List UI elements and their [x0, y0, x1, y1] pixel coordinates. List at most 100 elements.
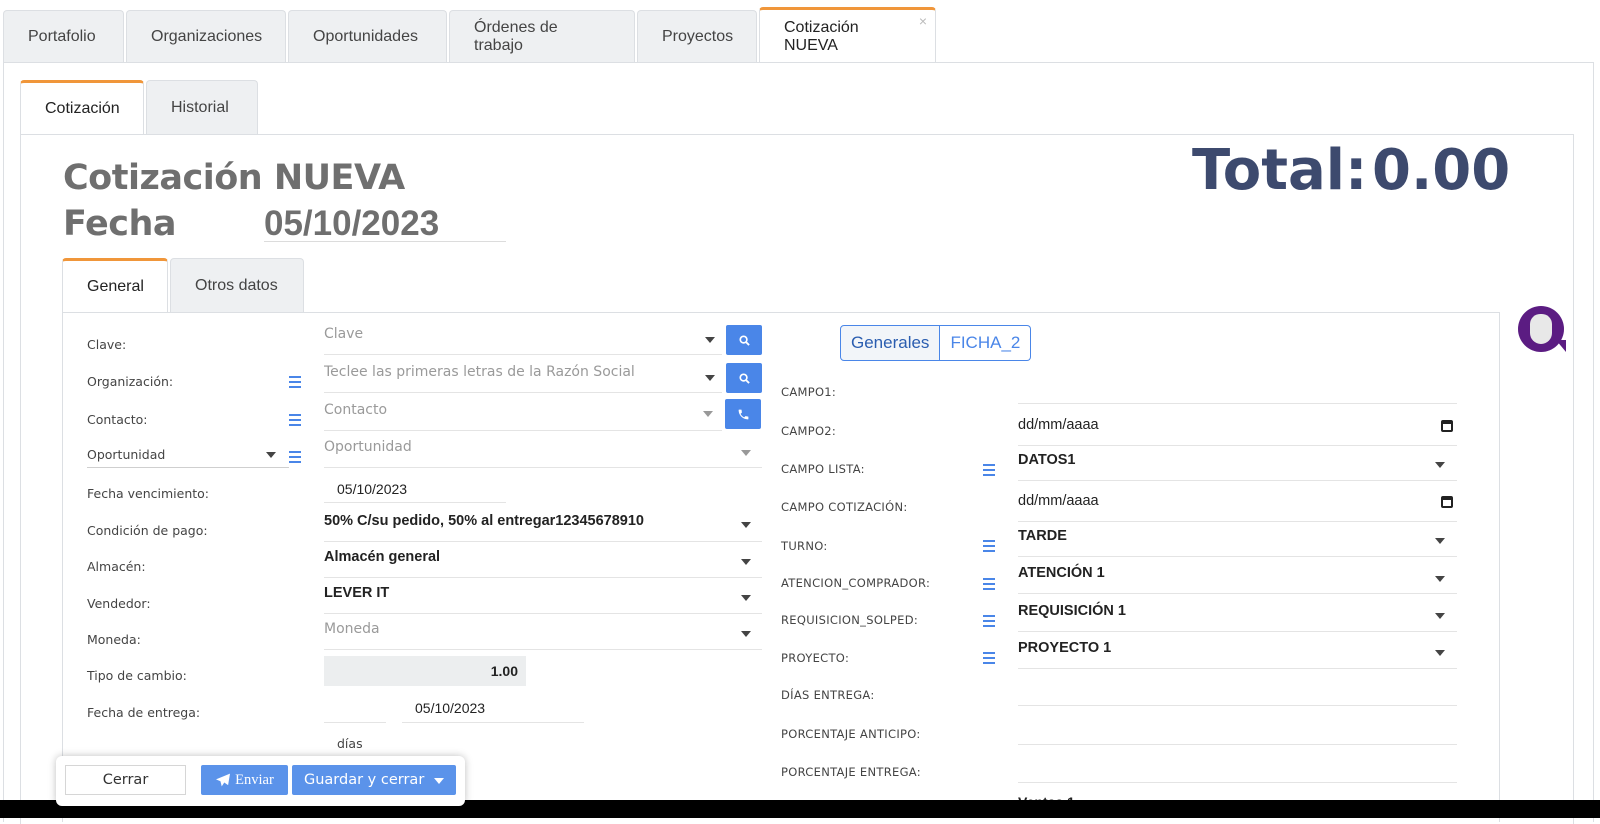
fecha-vencimiento-input[interactable]: 05/10/2023	[337, 481, 407, 497]
label-condicion-pago: Condición de pago:	[87, 523, 208, 538]
moneda-select[interactable]: Moneda	[324, 614, 762, 650]
condicion-pago-value: 50% C/su pedido, 50% al entregar12345678…	[324, 513, 644, 529]
save-and-close-label: Guardar y cerrar	[304, 772, 425, 788]
tab-ficha-2[interactable]: FICHA_2	[940, 325, 1032, 361]
menu-icon[interactable]	[289, 414, 301, 426]
menu-icon[interactable]	[289, 376, 301, 388]
total-value: 0.00	[1372, 138, 1511, 203]
phone-button[interactable]	[725, 399, 761, 429]
total-label: Total:	[1192, 138, 1368, 203]
menu-icon[interactable]	[983, 578, 995, 590]
chevron-down-icon[interactable]	[705, 375, 715, 381]
close-button[interactable]: Cerrar	[65, 765, 186, 795]
phone-icon	[738, 409, 748, 419]
campo1-input[interactable]	[1018, 403, 1457, 404]
chevron-down-icon[interactable]	[1435, 462, 1445, 468]
atencion-comprador-value: ATENCIÓN 1	[1018, 565, 1105, 581]
fecha-vencimiento-underline	[324, 502, 506, 503]
chevron-down-icon[interactable]	[434, 778, 444, 784]
chevron-down-icon[interactable]	[741, 595, 751, 601]
menu-icon[interactable]	[983, 615, 995, 627]
almacen-value: Almacén general	[324, 549, 441, 565]
label-turno: TURNO:	[781, 539, 828, 553]
top-tabs: Portafolio Organizaciones Oportunidades …	[3, 7, 938, 63]
menu-icon[interactable]	[289, 451, 301, 463]
campo2-placeholder: dd/mm/aaaa	[1018, 417, 1099, 433]
label-fecha-entrega: Fecha de entrega:	[87, 705, 201, 720]
campo2-date-input[interactable]: dd/mm/aaaa	[1018, 410, 1457, 446]
tab-general[interactable]: General	[62, 258, 168, 313]
label-organizacion: Organización:	[87, 374, 174, 389]
turno-value: TARDE	[1018, 528, 1067, 544]
proyecto-select[interactable]: PROYECTO 1	[1018, 633, 1457, 669]
oportunidad-placeholder: Oportunidad	[324, 439, 412, 455]
search-icon	[738, 334, 750, 346]
tab-portafolio[interactable]: Portafolio	[3, 10, 124, 63]
campo-cotizacion-date-input[interactable]: dd/mm/aaaa	[1018, 486, 1457, 522]
label-almacen: Almacén:	[87, 559, 146, 574]
requisicion-solped-select[interactable]: REQUISICIÓN 1	[1018, 596, 1457, 632]
tab-ordenes-de-trabajo[interactable]: Órdenes de trabajo	[449, 10, 635, 63]
chat-bubble-tail	[1556, 340, 1566, 352]
contacto-input[interactable]: Contacto	[324, 395, 722, 431]
menu-icon[interactable]	[983, 540, 995, 552]
turno-select[interactable]: TARDE	[1018, 521, 1457, 557]
fecha-entrega-input[interactable]: 05/10/2023	[415, 700, 485, 716]
search-button[interactable]	[726, 363, 762, 393]
oportunidad-input[interactable]: Oportunidad	[324, 432, 762, 468]
campo-lista-select[interactable]: DATOS1	[1018, 445, 1457, 481]
paper-plane-icon	[216, 773, 231, 787]
chevron-down-icon[interactable]	[1435, 650, 1445, 656]
organizacion-input[interactable]: Teclee las primeras letras de la Razón S…	[324, 357, 722, 393]
menu-icon[interactable]	[983, 652, 995, 664]
chevron-down-icon[interactable]	[1435, 613, 1445, 619]
segmented-control: Generales FICHA_2	[840, 325, 1032, 361]
campo-lista-value: DATOS1	[1018, 452, 1076, 468]
chevron-down-icon[interactable]	[705, 337, 715, 343]
send-button[interactable]: Enviar	[201, 765, 288, 795]
label-campo-cotizacion: CAMPO COTIZACIÓN:	[781, 500, 908, 514]
menu-icon[interactable]	[983, 464, 995, 476]
label-clave: Clave:	[87, 337, 127, 352]
tab-historial[interactable]: Historial	[146, 80, 258, 135]
chevron-down-icon[interactable]	[741, 450, 751, 456]
clave-placeholder: Clave	[324, 326, 364, 342]
chevron-down-icon[interactable]	[741, 631, 751, 637]
search-button[interactable]	[726, 325, 762, 355]
chevron-down-icon[interactable]	[703, 411, 713, 417]
porcentaje-anticipo-input[interactable]	[1018, 744, 1457, 745]
tab-cotizacion[interactable]: Cotización	[20, 80, 144, 135]
dias-entrega-input[interactable]	[1018, 705, 1457, 706]
assistant-avatar-icon	[1530, 314, 1552, 344]
chevron-down-icon[interactable]	[741, 522, 751, 528]
chevron-down-icon[interactable]	[1435, 538, 1445, 544]
tab-organizaciones[interactable]: Organizaciones	[126, 10, 286, 63]
fecha-value[interactable]: 05/10/2023	[264, 204, 506, 243]
sub-tabs: Cotización Historial	[20, 80, 260, 135]
clave-input[interactable]: Clave	[324, 319, 722, 355]
chevron-down-icon[interactable]	[741, 559, 751, 565]
atencion-comprador-select[interactable]: ATENCIÓN 1	[1018, 558, 1457, 594]
tab-generales[interactable]: Generales	[840, 325, 941, 361]
chevron-down-icon	[266, 452, 276, 458]
save-and-close-button[interactable]: Guardar y cerrar	[292, 765, 456, 795]
vendedor-select[interactable]: LEVER IT	[324, 578, 762, 614]
label-atencion-comprador: ATENCION_COMPRADOR:	[781, 576, 931, 590]
assistant-chat-button[interactable]	[1518, 306, 1566, 352]
calendar-icon[interactable]	[1441, 420, 1453, 432]
campo-cotizacion-placeholder: dd/mm/aaaa	[1018, 493, 1099, 509]
dias-input-underline[interactable]	[324, 722, 386, 723]
condicion-pago-select[interactable]: 50% C/su pedido, 50% al entregar12345678…	[324, 506, 762, 542]
calendar-icon[interactable]	[1441, 496, 1453, 508]
tipo-cambio-input[interactable]: 1.00	[324, 656, 526, 686]
chevron-down-icon[interactable]	[1435, 576, 1445, 582]
almacen-select[interactable]: Almacén general	[324, 542, 762, 578]
close-icon[interactable]: ×	[919, 13, 927, 29]
oportunidad-select[interactable]: Oportunidad	[87, 444, 289, 468]
porcentaje-entrega-input[interactable]	[1018, 782, 1457, 783]
tab-otros-datos[interactable]: Otros datos	[170, 258, 304, 313]
tab-cotizacion-nueva[interactable]: Cotización NUEVA ×	[759, 7, 936, 63]
tab-oportunidades[interactable]: Oportunidades	[288, 10, 447, 63]
tab-proyectos[interactable]: Proyectos	[637, 10, 757, 63]
search-icon	[738, 372, 750, 384]
